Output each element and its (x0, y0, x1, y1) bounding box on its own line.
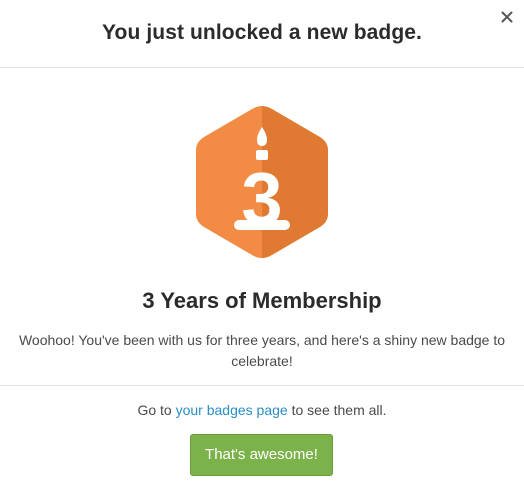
close-icon[interactable] (499, 9, 515, 25)
badges-page-link[interactable]: your badges page (176, 402, 288, 418)
divider (0, 385, 524, 386)
goto-suffix: to see them all. (287, 402, 387, 418)
dialog-header: You just unlocked a new badge. (0, 0, 524, 68)
goto-prefix: Go to (137, 402, 176, 418)
birthday-candle-three-hexagon-icon: 3 (196, 106, 328, 258)
badge-description: Woohoo! You've been with us for three ye… (18, 332, 506, 369)
badge-title: 3 Years of Membership (142, 288, 382, 313)
thats-awesome-button[interactable]: That's awesome! (190, 434, 333, 476)
badges-page-prompt: Go to your badges page to see them all. (0, 402, 524, 418)
dialog-title: You just unlocked a new badge. (102, 21, 422, 44)
badge-unlocked-dialog: You just unlocked a new badge. 3 3 Years… (0, 0, 524, 488)
badge-graphic: 3 (0, 102, 524, 264)
